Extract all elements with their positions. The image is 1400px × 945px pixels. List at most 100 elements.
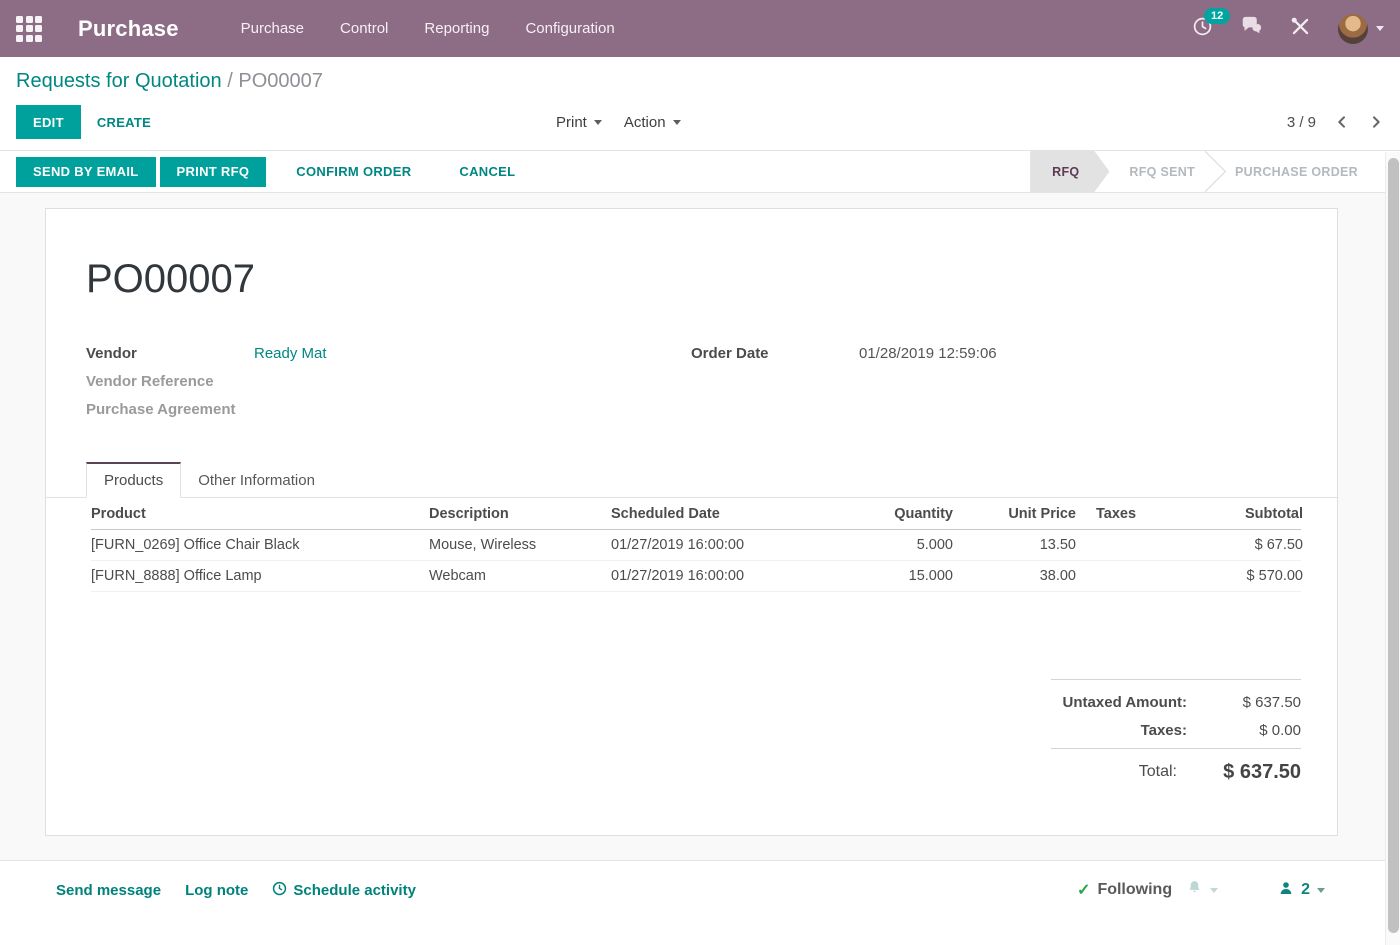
edit-button[interactable]: EDIT: [16, 105, 81, 139]
notebook-tabs: Products Other Information: [46, 461, 1337, 498]
user-menu[interactable]: [1338, 14, 1384, 44]
schedule-activity-label: Schedule activity: [293, 882, 416, 899]
following-label: Following: [1097, 881, 1172, 899]
tab-products[interactable]: Products: [86, 462, 181, 498]
vendor-reference-field: Vendor Reference: [86, 367, 646, 395]
control-panel: Requests for Quotation / PO00007 EDIT CR…: [0, 57, 1400, 150]
create-button[interactable]: CREATE: [81, 105, 167, 139]
field-group-left: Vendor Ready Mat Vendor Reference Purcha…: [86, 339, 646, 423]
purchase-agreement-field: Purchase Agreement: [86, 395, 646, 423]
send-by-email-button[interactable]: SEND BY EMAIL: [16, 157, 156, 187]
cell-product: [FURN_0269] Office Chair Black: [91, 537, 429, 553]
top-navbar: Purchase Purchase Control Reporting Conf…: [0, 0, 1400, 57]
chatter: Send message Log note Schedule activity …: [0, 860, 1400, 945]
schedule-activity-button[interactable]: Schedule activity: [272, 881, 416, 900]
untaxed-amount-value: $ 637.50: [1201, 694, 1301, 711]
cell-description: Webcam: [429, 568, 611, 584]
control-panel-buttons: EDIT CREATE Print Action 3 / 9: [16, 104, 1384, 140]
status-step-rfq[interactable]: RFQ: [1030, 151, 1109, 192]
log-note-button[interactable]: Log note: [185, 882, 248, 899]
menu-item-reporting[interactable]: Reporting: [424, 20, 489, 37]
print-menu-label: Print: [556, 114, 587, 131]
cell-description: Mouse, Wireless: [429, 537, 611, 553]
total-row: Total: $ 637.50: [1051, 755, 1301, 789]
taxes-value: $ 0.00: [1201, 722, 1301, 739]
breadcrumb-separator: /: [227, 70, 233, 92]
form-sheet: PO00007 Vendor Ready Mat Vendor Referenc…: [45, 208, 1338, 836]
field-group-right: Order Date 01/28/2019 12:59:06: [691, 339, 1251, 367]
tools-icon: [1290, 16, 1311, 42]
messages-button[interactable]: [1240, 16, 1263, 42]
col-header-unit-price: Unit Price: [953, 506, 1076, 522]
send-message-button[interactable]: Send message: [56, 882, 161, 899]
chatter-actions: Send message Log note Schedule activity: [56, 881, 416, 900]
col-header-scheduled-date: Scheduled Date: [611, 506, 753, 522]
record-pager: 3 / 9: [1287, 114, 1384, 131]
action-menu-label: Action: [624, 114, 666, 131]
pager-next-button[interactable]: [1368, 114, 1384, 130]
record-title: PO00007: [86, 257, 255, 302]
cancel-button[interactable]: CANCEL: [443, 157, 531, 187]
cell-subtotal: $ 67.50: [1196, 537, 1303, 553]
status-step-purchase-order[interactable]: PURCHASE ORDER: [1215, 151, 1378, 192]
cell-unit-price: 38.00: [953, 568, 1076, 584]
notifications-bell-menu[interactable]: [1186, 879, 1218, 901]
menu-item-control[interactable]: Control: [340, 20, 388, 37]
cell-unit-price: 13.50: [953, 537, 1076, 553]
taxes-label: Taxes:: [1051, 722, 1201, 739]
confirm-order-button[interactable]: CONFIRM ORDER: [280, 157, 427, 187]
scrollbar-track[interactable]: [1385, 152, 1400, 945]
status-steps: RFQ RFQ SENT PURCHASE ORDER: [1030, 151, 1378, 192]
chevron-down-icon: [1210, 888, 1218, 893]
col-header-product: Product: [91, 506, 429, 522]
action-menu[interactable]: Action: [624, 114, 681, 131]
scrollbar-thumb[interactable]: [1388, 158, 1399, 933]
order-date-value: 01/28/2019 12:59:06: [859, 345, 997, 362]
col-header-subtotal: Subtotal: [1196, 506, 1303, 522]
table-row[interactable]: [FURN_0269] Office Chair Black Mouse, Wi…: [46, 530, 1337, 561]
breadcrumb-parent-link[interactable]: Requests for Quotation: [16, 70, 222, 92]
col-header-description: Description: [429, 506, 611, 522]
cell-product: [FURN_8888] Office Lamp: [91, 568, 429, 584]
order-date-field: Order Date 01/28/2019 12:59:06: [691, 339, 1251, 367]
untaxed-amount-label: Untaxed Amount:: [1051, 694, 1201, 711]
vendor-label: Vendor: [86, 345, 254, 362]
activities-button[interactable]: 12: [1192, 16, 1213, 42]
total-label: Total:: [1051, 763, 1191, 781]
debug-tools-button[interactable]: [1290, 16, 1311, 42]
app-title[interactable]: Purchase: [78, 16, 179, 42]
statusbar: SEND BY EMAIL PRINT RFQ CONFIRM ORDER CA…: [0, 150, 1400, 193]
table-row[interactable]: [FURN_8888] Office Lamp Webcam 01/27/201…: [46, 561, 1337, 592]
cell-quantity: 5.000: [753, 537, 953, 553]
vendor-reference-label: Vendor Reference: [86, 373, 254, 390]
vendor-value-link[interactable]: Ready Mat: [254, 345, 327, 362]
chevron-down-icon: [673, 120, 681, 125]
col-header-taxes: Taxes: [1076, 506, 1196, 522]
chevron-down-icon: [594, 120, 602, 125]
apps-menu-icon[interactable]: [16, 16, 42, 42]
form-view: PO00007 Vendor Ready Mat Vendor Referenc…: [0, 193, 1400, 860]
cell-quantity: 15.000: [753, 568, 953, 584]
vendor-field: Vendor Ready Mat: [86, 339, 646, 367]
tab-other-information[interactable]: Other Information: [181, 464, 332, 497]
menu-item-configuration[interactable]: Configuration: [525, 20, 614, 37]
pager-value: 3 / 9: [1287, 114, 1316, 131]
cell-scheduled-date: 01/27/2019 16:00:00: [611, 537, 753, 553]
print-rfq-button[interactable]: PRINT RFQ: [160, 157, 267, 187]
bell-icon: [1186, 879, 1203, 901]
order-date-label: Order Date: [691, 345, 859, 362]
chat-icon: [1240, 16, 1263, 42]
print-menu[interactable]: Print: [556, 114, 602, 131]
check-icon: ✓: [1077, 880, 1090, 900]
menu-item-purchase[interactable]: Purchase: [241, 20, 304, 37]
taxes-row: Taxes: $ 0.00: [1051, 716, 1301, 744]
navbar-systray: 12: [1192, 14, 1384, 44]
cell-subtotal: $ 570.00: [1196, 568, 1303, 584]
followers-count: 2: [1301, 881, 1310, 899]
chevron-down-icon: [1317, 888, 1325, 893]
pager-previous-button[interactable]: [1334, 114, 1350, 130]
following-button[interactable]: ✓ Following: [1077, 880, 1172, 900]
followers-menu[interactable]: 2: [1278, 880, 1325, 901]
main-menu: Purchase Control Reporting Configuration: [241, 20, 615, 37]
order-lines-header: Product Description Scheduled Date Quant…: [46, 499, 1337, 530]
